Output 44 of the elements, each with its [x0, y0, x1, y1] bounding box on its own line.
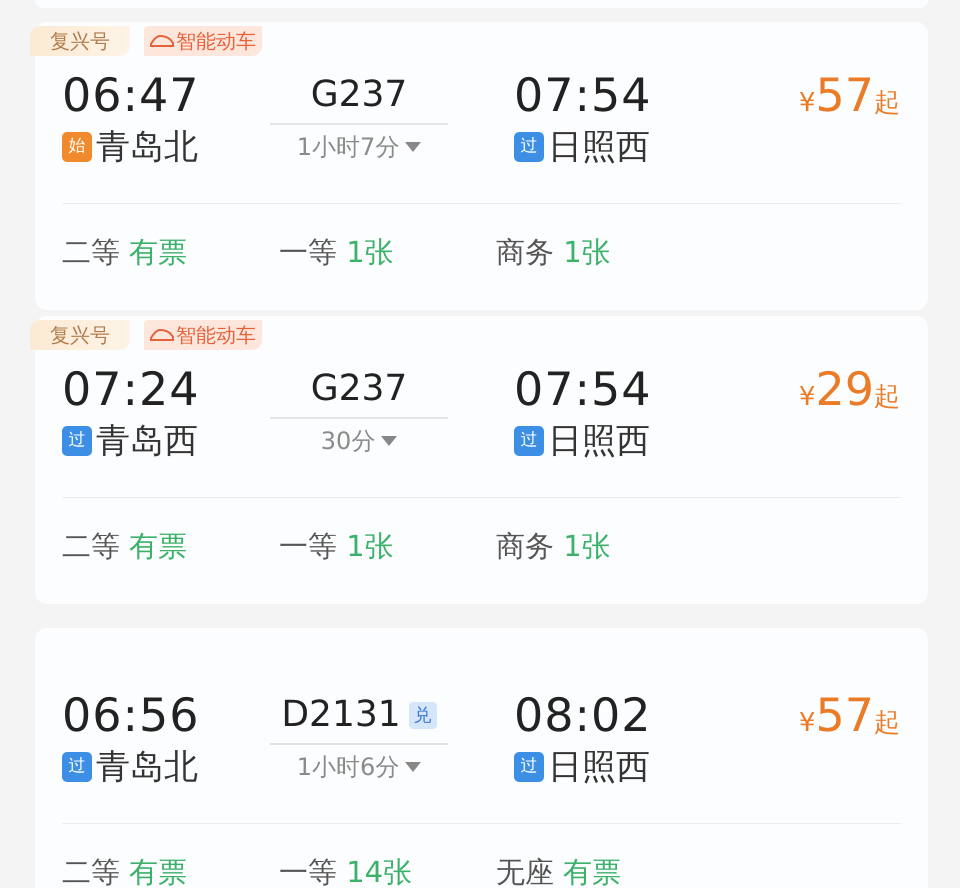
station-name: 日照西 — [548, 127, 650, 167]
train-number: G237 — [310, 73, 408, 117]
seat-availability: 一等 1张 — [279, 234, 395, 270]
time-text: 07:54 — [514, 363, 653, 415]
seat-availability: 二等 有票 — [62, 854, 188, 888]
seat-availability: 无座 有票 — [496, 854, 622, 888]
seat-availability: 二等 有票 — [62, 528, 188, 564]
station-name: 青岛北 — [96, 127, 198, 167]
train-icon — [150, 328, 174, 342]
price-text: ¥57起 — [798, 69, 900, 121]
stop-type-badge: 始 — [62, 132, 92, 162]
time-text: 06:47 — [62, 69, 201, 121]
stop-type-badge: 过 — [514, 752, 544, 782]
train-type-tag: 复兴号 — [30, 320, 130, 350]
train-icon — [150, 34, 174, 48]
stop-type-badge: 过 — [62, 426, 92, 456]
train-number: G237 — [310, 367, 408, 411]
train-number: D2131 — [281, 693, 401, 737]
seat-availability: 一等 1张 — [279, 528, 395, 564]
seat-availability: 商务 1张 — [496, 234, 612, 270]
dropdown-caret-icon — [405, 142, 422, 152]
smart-train-tag: 智能动车 — [144, 320, 262, 350]
time-text: 06:56 — [62, 689, 201, 741]
price-text: ¥57起 — [798, 689, 900, 741]
dropdown-caret-icon — [381, 436, 398, 446]
seat-availability: 一等 14张 — [279, 854, 414, 888]
stop-type-badge: 过 — [62, 752, 92, 782]
stop-type-badge: 过 — [514, 132, 544, 162]
time-text: 07:24 — [62, 363, 201, 415]
seat-availability: 二等 有票 — [62, 234, 188, 270]
train-type-tag: 复兴号 — [30, 26, 130, 56]
station-name: 青岛北 — [96, 747, 198, 787]
seat-availability: 商务 1张 — [496, 528, 612, 564]
station-name: 日照西 — [548, 747, 650, 787]
time-text: 08:02 — [514, 689, 653, 741]
train-card[interactable]: 06:56 过 青岛北 D2131 兑 1小时6分 08:02 过 日照西 ¥57起 二等 有票 一等 14张 无座 有票 — [35, 628, 928, 888]
stop-type-badge: 过 — [514, 426, 544, 456]
smart-train-tag: 智能动车 — [144, 26, 262, 56]
station-name: 青岛西 — [96, 421, 198, 461]
time-text: 07:54 — [514, 69, 653, 121]
station-name: 日照西 — [548, 421, 650, 461]
exchange-badge: 兑 — [408, 702, 437, 728]
price-text: ¥29起 — [798, 363, 900, 415]
dropdown-caret-icon — [405, 762, 422, 772]
